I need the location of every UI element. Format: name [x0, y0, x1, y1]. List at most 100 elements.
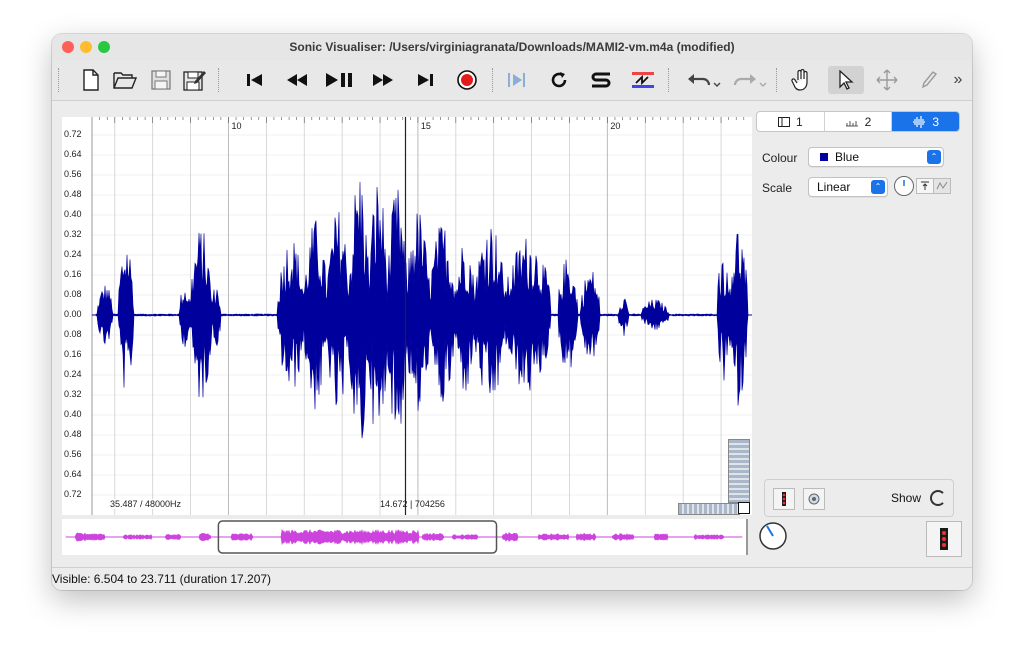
ffwd-to-end-icon — [418, 74, 433, 86]
play-selection-button[interactable] — [502, 66, 532, 94]
amplitude-tick-label: 0.40 — [64, 409, 82, 419]
overview-waveform — [65, 528, 743, 546]
fast-forward-icon — [373, 74, 393, 86]
open-folder-icon — [113, 72, 137, 89]
amplitude-tick-label: 0.56 — [64, 169, 82, 179]
amplitude-tick-label: 0.56 — [64, 449, 82, 459]
save-as-button[interactable] — [180, 66, 210, 94]
toolbar-separator — [668, 68, 670, 92]
loop-button[interactable] — [544, 66, 574, 94]
channels-icon — [936, 181, 948, 190]
toolbar-separator — [58, 68, 60, 92]
scale-select-value: Linear — [817, 180, 851, 194]
new-file-button[interactable] — [76, 66, 106, 94]
amplitude-tick-label: 0.24 — [64, 369, 82, 379]
layer-color-button[interactable] — [773, 488, 795, 510]
play-pause-icon — [326, 73, 352, 87]
redo-button[interactable] — [730, 66, 770, 94]
zoom-reset-button[interactable] — [738, 502, 750, 514]
status-bar: Visible: 6.504 to 23.711 (duration 17.20… — [52, 567, 972, 590]
merge-channels-toggle[interactable] — [933, 178, 951, 194]
navigate-tool-button[interactable] — [786, 66, 816, 94]
knob-icon — [903, 180, 905, 186]
rewind-to-start-icon — [247, 74, 262, 86]
align-icon — [632, 72, 654, 88]
select-tool-button[interactable] — [828, 66, 864, 94]
play-pause-button[interactable] — [324, 66, 354, 94]
loop-icon — [551, 72, 567, 88]
waveform-canvas: 10 15 20 — [91, 117, 752, 515]
solo-button[interactable] — [586, 66, 616, 94]
scale-label: Scale — [762, 181, 793, 195]
pane-icon — [777, 116, 790, 127]
move-icon — [876, 69, 898, 91]
overview-canvas — [65, 520, 743, 554]
time-tick-label: 15 — [421, 121, 431, 131]
title-bar: Sonic Visualiser: /Users/virginiagranata… — [52, 34, 972, 60]
open-file-button[interactable] — [110, 66, 140, 94]
close-window-button[interactable] — [62, 41, 74, 53]
amplitude-tick-label: 0.72 — [64, 489, 82, 499]
record-button[interactable] — [452, 66, 482, 94]
amplitude-tick-label: 0.32 — [64, 389, 82, 399]
play-selection-icon — [508, 73, 525, 87]
amplitude-tick-label: 0.64 — [64, 149, 82, 159]
gain-knob[interactable] — [894, 176, 914, 196]
amplitude-tick-label: 0.16 — [64, 349, 82, 359]
layer-controls-box: Show — [764, 479, 954, 517]
play-gain-button[interactable] — [803, 488, 825, 510]
hand-icon — [791, 69, 808, 91]
toolbar-overflow-button[interactable]: » — [948, 66, 968, 94]
show-toggle[interactable] — [930, 490, 946, 506]
chevron-updown-icon: ⌃ — [927, 150, 941, 164]
speaker-dial-icon — [808, 493, 820, 505]
tab-label: 2 — [864, 114, 872, 129]
colour-select-value: Blue — [835, 150, 860, 164]
vertical-zoom-slider[interactable] — [728, 439, 750, 503]
layer-list-button[interactable] — [926, 521, 962, 557]
ffwd-to-end-button[interactable] — [410, 66, 440, 94]
move-tool-button[interactable] — [872, 66, 902, 94]
scale-select[interactable]: Linear ⌃ — [808, 177, 888, 197]
save-as-icon — [183, 71, 206, 91]
rewind-to-start-button[interactable] — [240, 66, 270, 94]
duration-samplerate-readout: 35.487 / 48000Hz — [108, 499, 184, 509]
rewind-button[interactable] — [282, 66, 312, 94]
horizontal-zoom-slider[interactable] — [678, 503, 740, 515]
waveform-icon — [913, 115, 926, 128]
window-title: Sonic Visualiser: /Users/virginiagranata… — [289, 40, 735, 54]
new-file-icon — [83, 69, 99, 91]
colour-label: Colour — [762, 151, 798, 165]
amplitude-tick-label: 0.00 — [64, 309, 82, 319]
normalize-icon — [921, 181, 929, 190]
amplitude-tick-label: 0.08 — [64, 329, 82, 339]
pencil-icon — [921, 71, 938, 89]
rewind-icon — [287, 74, 307, 86]
zoom-window-button[interactable] — [98, 41, 110, 53]
tab-layer-2[interactable]: 2 — [825, 112, 893, 131]
tab-layer-1[interactable]: 1 — [757, 112, 825, 131]
amplitude-tick-label: 0.48 — [64, 429, 82, 439]
tab-layer-3[interactable]: 3 — [892, 112, 959, 131]
draw-tool-button[interactable] — [914, 66, 944, 94]
fast-forward-button[interactable] — [368, 66, 398, 94]
ruler-icon — [845, 120, 858, 126]
amplitude-tick-label: 0.24 — [64, 249, 82, 259]
layer-properties-panel: 1 2 3 Colour Blue ⌃ Scale Linear ⌃ Show — [756, 111, 960, 561]
undo-button[interactable] — [684, 66, 724, 94]
redo-icon — [733, 74, 767, 87]
save-button[interactable] — [146, 66, 176, 94]
playback-gain-knob[interactable] — [758, 521, 788, 551]
tab-label: 1 — [795, 114, 803, 129]
amplitude-tick-label: 0.08 — [64, 289, 82, 299]
time-ruler: 10 15 20 — [99, 117, 745, 131]
waveform-pane[interactable]: 10 15 20 0.72 0.64 0.56 0.48 0.40 0.32 0.24 0.16 0… — [62, 117, 752, 515]
minimize-window-button[interactable] — [80, 41, 92, 53]
overview-pane[interactable] — [62, 519, 746, 555]
align-button[interactable] — [628, 66, 658, 94]
colour-select[interactable]: Blue ⌃ — [808, 147, 944, 167]
normalize-toggle[interactable] — [916, 178, 934, 194]
record-icon — [457, 70, 477, 90]
save-icon — [151, 70, 171, 90]
knob-icon — [759, 522, 787, 550]
